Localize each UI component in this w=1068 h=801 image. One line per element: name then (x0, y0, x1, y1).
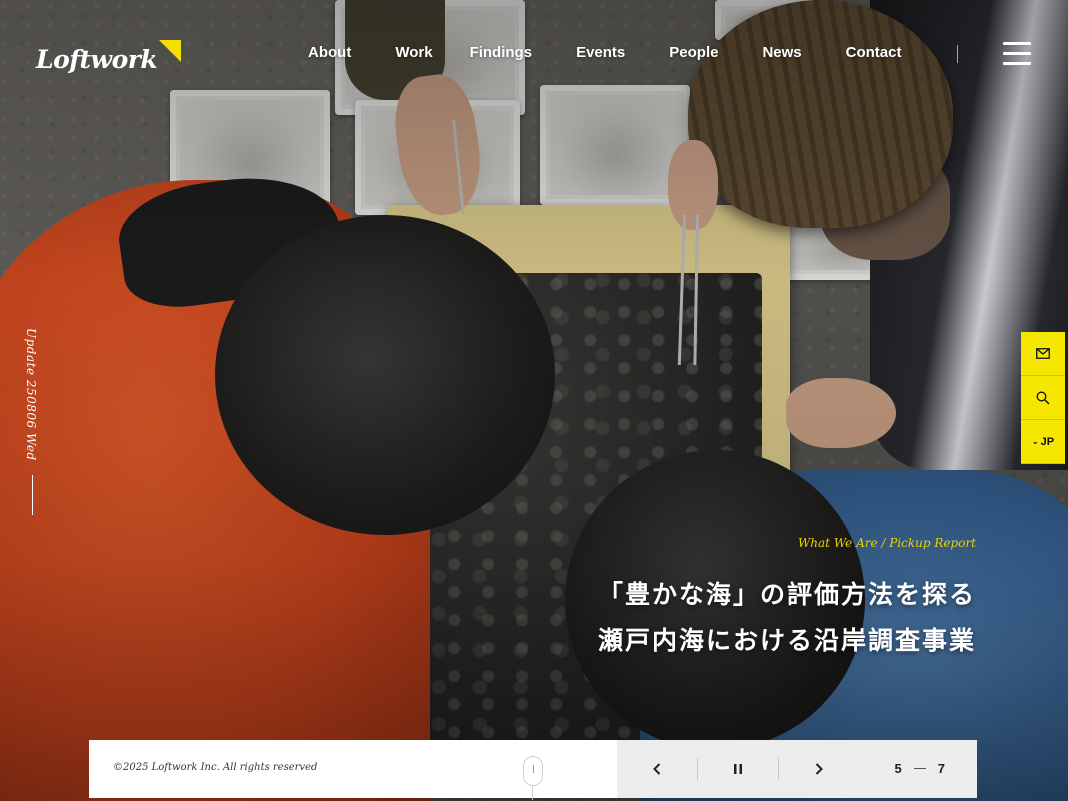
pager-dash (913, 768, 926, 769)
update-line (32, 474, 33, 515)
nav-people[interactable]: People (669, 43, 718, 63)
main-nav: About Work Findings Events People News C… (308, 43, 901, 63)
logo-text: Loftwork (36, 45, 158, 74)
hero-title-line-2: 瀬戸内海における沿岸調査事業 (597, 626, 976, 655)
copyright: ©2025 Loftwork Inc. All rights reserved (113, 762, 318, 773)
nav-findings[interactable]: Findings (470, 43, 533, 63)
nav-news[interactable]: News (762, 43, 801, 63)
pause-icon (734, 764, 742, 774)
hero-category: What We Are / Pickup Report (797, 536, 976, 550)
hamburger-menu-button[interactable] (1003, 42, 1031, 66)
hamburger-icon (1003, 42, 1031, 45)
language-switch[interactable]: ⌄ JP (1021, 420, 1065, 464)
search-button[interactable] (1021, 376, 1065, 420)
current-slide: 5 (894, 761, 902, 776)
nav-contact[interactable]: Contact (846, 43, 902, 63)
next-slide-button[interactable] (779, 740, 859, 798)
mail-icon (1036, 348, 1050, 359)
update-indicator: Update 250806 Wed (24, 328, 44, 515)
hero-image (0, 0, 1068, 801)
nav-events[interactable]: Events (576, 43, 625, 63)
nav-divider (957, 45, 958, 63)
total-slides: 7 (937, 761, 945, 776)
slide-pager: 5 7 (895, 761, 945, 776)
prev-slide-button[interactable] (617, 740, 697, 798)
pause-button[interactable] (698, 740, 778, 798)
loftwork-logo[interactable]: Loftwork (36, 38, 182, 74)
hero-caption[interactable]: What We Are / Pickup Report 「豊かな海」の評価方法を… (598, 536, 976, 664)
footer-info: ©2025 Loftwork Inc. All rights reserved (89, 740, 617, 800)
side-tools: ⌄ JP (1021, 332, 1065, 464)
hero-title-line-1: 「豊かな海」の評価方法を探る (597, 580, 976, 609)
scroll-line (532, 786, 533, 800)
chevron-left-icon (653, 763, 661, 775)
logo-triangle-icon (159, 40, 182, 62)
slider-controls: 5 7 (617, 740, 977, 798)
search-icon (1036, 391, 1050, 405)
chevron-right-icon (815, 763, 823, 775)
nav-about[interactable]: About (308, 43, 351, 63)
mail-button[interactable] (1021, 332, 1065, 376)
language-label: JP (1040, 435, 1055, 448)
slider-bar: ©2025 Loftwork Inc. All rights reserved … (89, 740, 977, 800)
update-date: Update 250806 Wed (24, 328, 38, 461)
scroll-indicator-icon[interactable] (523, 756, 543, 786)
nav-work[interactable]: Work (395, 43, 432, 63)
chevron-down-icon: ⌄ (1031, 437, 1039, 446)
